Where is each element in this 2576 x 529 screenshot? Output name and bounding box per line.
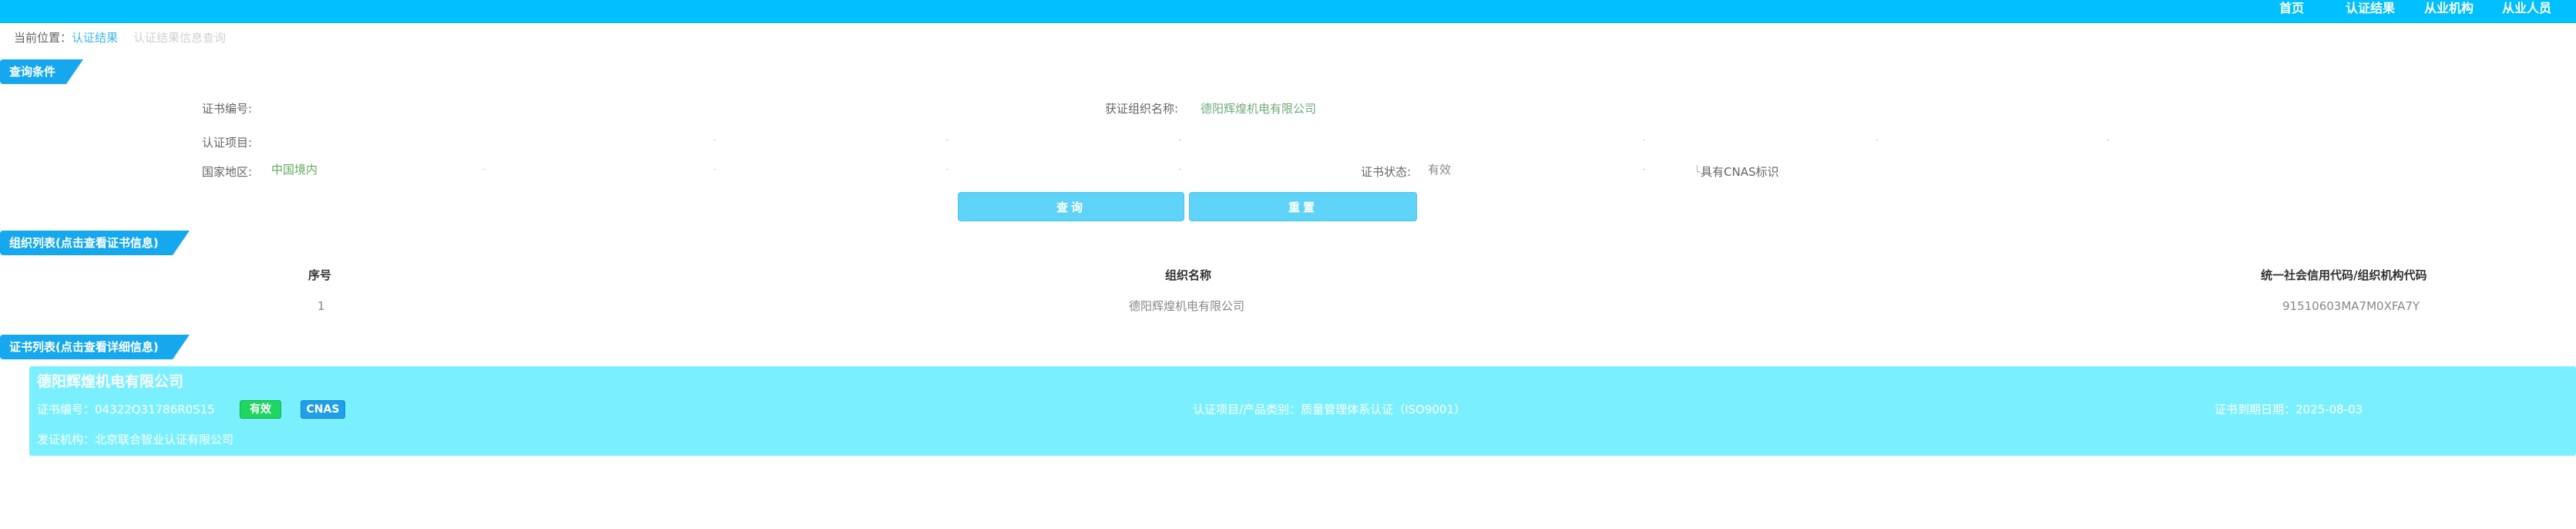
- section-org-list-header: 组织列表(点击查看证书信息): [0, 231, 190, 255]
- issuer-label: 发证机构：: [37, 433, 96, 446]
- section-query-header: 查询条件: [0, 59, 83, 84]
- expiry-label: 证书到期日期：: [2215, 403, 2296, 416]
- divider: [946, 169, 949, 170]
- org-row-name[interactable]: 德阳辉煌机电有限公司: [1129, 297, 1244, 315]
- cert-no-label: 证书编号：: [37, 403, 96, 416]
- org-table-header-name: 组织名称: [1165, 268, 1212, 282]
- cert-no-value: 04322Q31786R0S15: [95, 403, 215, 416]
- org-table-header-index: 序号: [308, 268, 332, 282]
- org-name-input[interactable]: 德阳辉煌机电有限公司: [1201, 100, 1316, 117]
- project-label: 认证项目/产品类别：: [1193, 403, 1301, 416]
- nav-agencies[interactable]: 从业机构: [2424, 0, 2474, 23]
- status-badge: 有效: [240, 400, 281, 419]
- status-label: 证书状态:: [1361, 165, 1412, 179]
- nav-home[interactable]: 首页: [2279, 0, 2304, 23]
- nav-staff[interactable]: 从业人员: [2502, 0, 2551, 23]
- top-nav-bar: [0, 0, 2576, 23]
- reset-button[interactable]: 重置: [1189, 192, 1417, 221]
- query-button[interactable]: 查询: [958, 192, 1184, 221]
- status-select[interactable]: 有效: [1428, 161, 1451, 178]
- breadcrumb: 当前位置：认证结果 认证结果信息查询: [14, 29, 226, 46]
- divider: [714, 169, 716, 170]
- cert-card-cert-no: 证书编号：04322Q31786R0S15: [37, 401, 215, 418]
- cnas-checkbox[interactable]: └具有CNAS标识: [1694, 163, 1779, 180]
- region-select[interactable]: 中国境内: [271, 161, 317, 178]
- cert-no-input[interactable]: [258, 100, 566, 117]
- breadcrumb-lead: 当前位置：: [14, 31, 72, 45]
- section-cert-list-header: 证书列表(点击查看详细信息): [0, 335, 190, 359]
- expiry-value: 2025-08-03: [2296, 403, 2363, 416]
- divider: [1179, 169, 1181, 170]
- checkbox-icon: └: [1694, 165, 1701, 179]
- project-value: 质量管理体系认证（ISO9001）: [1301, 403, 1466, 416]
- cert-card-expiry: 证书到期日期：2025-08-03: [2215, 401, 2363, 418]
- org-row-code: 91510603MA7M0XFA7Y: [2282, 299, 2420, 313]
- breadcrumb-current: 认证结果信息查询: [133, 31, 227, 45]
- project-select[interactable]: [258, 134, 566, 151]
- org-row-index: 1: [317, 299, 325, 313]
- region-label: 国家地区:: [202, 165, 253, 179]
- divider: [1643, 169, 1645, 170]
- nav-results[interactable]: 认证结果: [2346, 0, 2395, 23]
- breadcrumb-link[interactable]: 认证结果: [72, 31, 118, 45]
- cert-card-issuer: 发证机构：北京联合智业认证有限公司: [37, 431, 233, 448]
- cnas-badge: CNAS: [301, 400, 345, 419]
- cert-card-org-name[interactable]: 德阳辉煌机电有限公司: [37, 372, 183, 392]
- issuer-value: 北京联合智业认证有限公司: [95, 433, 234, 446]
- cnas-checkbox-label: 具有CNAS标识: [1701, 165, 1779, 179]
- org-name-label: 获证组织名称:: [1105, 102, 1179, 116]
- divider: [482, 169, 485, 170]
- org-table-header-code: 统一社会信用代码/组织机构代码: [2261, 268, 2427, 282]
- cert-no-label: 证书编号:: [202, 102, 253, 116]
- cert-card-project: 认证项目/产品类别：质量管理体系认证（ISO9001）: [1193, 401, 1466, 418]
- project-label: 认证项目:: [202, 136, 253, 150]
